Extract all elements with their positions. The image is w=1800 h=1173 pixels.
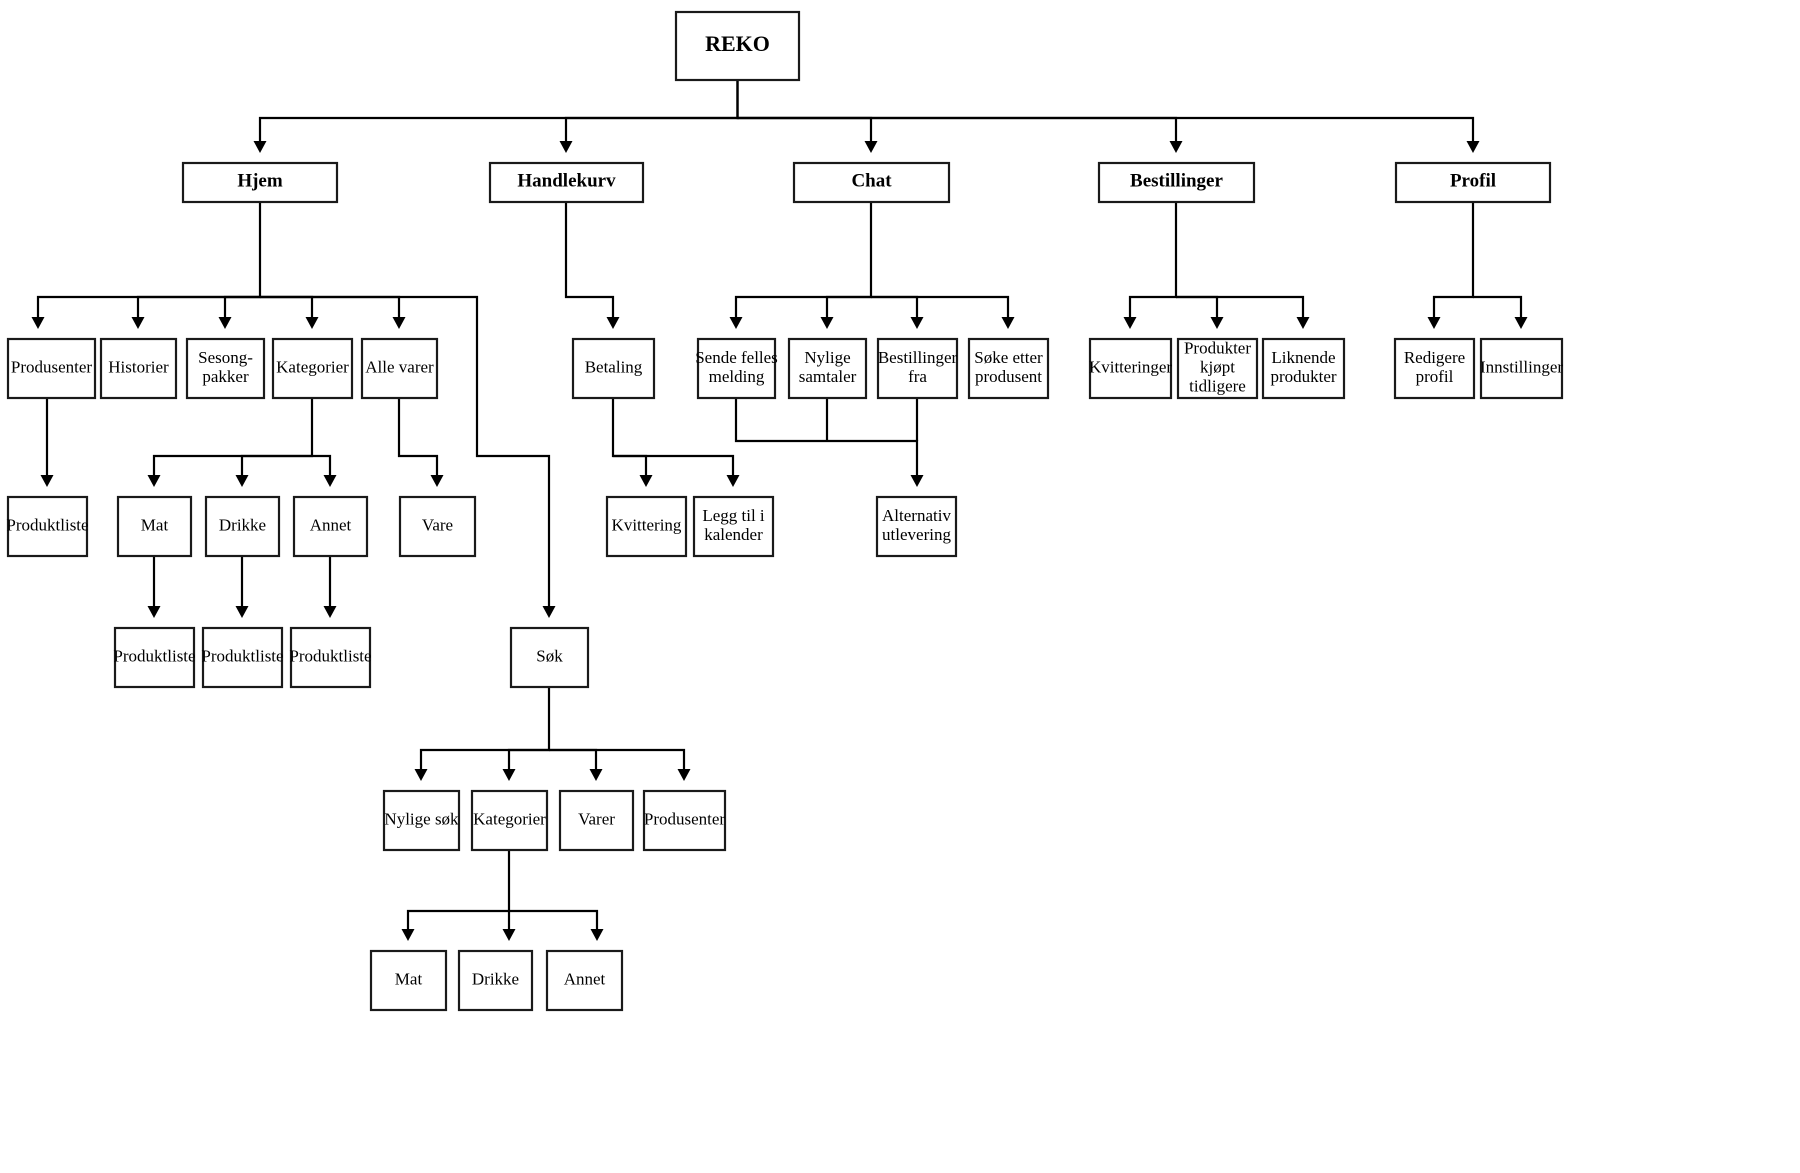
node-label: Kvittering — [612, 515, 682, 534]
node-produktliste_2[interactable]: Produktliste — [113, 626, 196, 689]
node-label: Legg til i kalender — [702, 506, 765, 544]
node-label: Historier — [108, 357, 169, 376]
node-annet_2[interactable]: Annet — [545, 949, 624, 1012]
node-produsenter_sok[interactable]: Produsenter — [642, 789, 727, 852]
node-produkter_kjopt[interactable]: Produkter kjøpt tidligere — [1176, 337, 1259, 400]
node-root[interactable]: REKO — [674, 10, 801, 82]
node-label: Nylige søk — [384, 809, 459, 828]
node-label: Søke etter produsent — [974, 348, 1043, 386]
node-label: Produktliste — [289, 646, 371, 665]
node-label: Mat — [395, 969, 423, 988]
node-alt_utlevering[interactable]: Alternativ utlevering — [875, 495, 958, 558]
node-liknende[interactable]: Liknende produkter — [1261, 337, 1346, 400]
node-label: Handlekurv — [517, 171, 616, 192]
node-drikke_1[interactable]: Drikke — [204, 495, 281, 558]
node-label: Kvitteringer — [1089, 357, 1172, 376]
node-label: REKO — [705, 31, 770, 56]
node-mat_1[interactable]: Mat — [116, 495, 193, 558]
node-produktliste_4[interactable]: Produktliste — [289, 626, 372, 689]
node-redigere_profil[interactable]: Redigere profil — [1393, 337, 1476, 400]
node-label: Kategorier — [276, 357, 349, 376]
node-soke_produsent[interactable]: Søke etter produsent — [967, 337, 1050, 400]
node-label: Mat — [141, 515, 169, 534]
node-label: Drikke — [472, 969, 519, 988]
node-label: Produsenter — [644, 809, 726, 828]
node-label: Sesong-pakker — [198, 348, 253, 386]
node-label: Liknende produkter — [1270, 348, 1336, 386]
node-label: Alle varer — [365, 357, 434, 376]
node-kategorier_hjem[interactable]: Kategorier — [271, 337, 354, 400]
node-nylige_sok[interactable]: Nylige søk — [382, 789, 461, 852]
node-hjem[interactable]: Hjem — [181, 161, 339, 204]
node-label: Søk — [536, 646, 563, 665]
node-label: Annet — [310, 515, 352, 534]
node-label: Hjem — [237, 171, 283, 192]
node-label: Produktliste — [113, 646, 195, 665]
node-label: Nylige samtaler — [799, 348, 857, 386]
node-historier[interactable]: Historier — [99, 337, 178, 400]
node-label: Varer — [578, 809, 615, 828]
node-produktliste_3[interactable]: Produktliste — [201, 626, 284, 689]
node-label: Annet — [564, 969, 606, 988]
node-produsenter[interactable]: Produsenter — [6, 337, 97, 400]
node-handlekurv[interactable]: Handlekurv — [488, 161, 645, 204]
node-label: Chat — [851, 171, 892, 192]
node-label: Drikke — [219, 515, 266, 534]
node-label: Vare — [422, 515, 453, 534]
node-label: Produsenter — [11, 357, 93, 376]
node-produktliste_1[interactable]: Produktliste — [6, 495, 89, 558]
node-label: Kategorier — [473, 809, 546, 828]
node-label: Innstillinger — [1480, 357, 1563, 376]
node-innstillinger[interactable]: Innstillinger — [1479, 337, 1563, 400]
node-kvitteringer[interactable]: Kvitteringer — [1088, 337, 1172, 400]
node-sesongpakker[interactable]: Sesong-pakker — [185, 337, 266, 400]
node-label: Bestillinger — [1130, 171, 1223, 192]
node-chat[interactable]: Chat — [792, 161, 951, 204]
node-label: Betaling — [585, 357, 643, 376]
node-kategorier_sok[interactable]: Kategorier — [470, 789, 549, 852]
node-alle_varer[interactable]: Alle varer — [360, 337, 439, 400]
node-kvittering[interactable]: Kvittering — [605, 495, 688, 558]
node-drikke_2[interactable]: Drikke — [457, 949, 534, 1012]
node-bestillinger_fra[interactable]: Bestillinger fra — [876, 337, 959, 400]
node-bestillinger[interactable]: Bestillinger — [1097, 161, 1256, 204]
node-vare[interactable]: Vare — [398, 495, 477, 558]
node-varer[interactable]: Varer — [558, 789, 635, 852]
node-sende_felles[interactable]: Sende felles melding — [695, 337, 778, 400]
node-betaling[interactable]: Betaling — [571, 337, 656, 400]
node-legg_kalender[interactable]: Legg til i kalender — [692, 495, 775, 558]
sitemap-diagram: REKO Hjem Handlekurv Chat Bestillinger Profil… — [0, 0, 1800, 1173]
node-label: Alternativ utlevering — [882, 506, 951, 544]
node-label: Produktliste — [201, 646, 283, 665]
node-profil[interactable]: Profil — [1394, 161, 1552, 204]
node-nylige_samtaler[interactable]: Nylige samtaler — [787, 337, 868, 400]
node-sok[interactable]: Søk — [509, 626, 590, 689]
node-label: Profil — [1450, 171, 1496, 192]
node-mat_2[interactable]: Mat — [369, 949, 448, 1012]
node-annet_1[interactable]: Annet — [292, 495, 369, 558]
node-label: Produktliste — [6, 515, 88, 534]
